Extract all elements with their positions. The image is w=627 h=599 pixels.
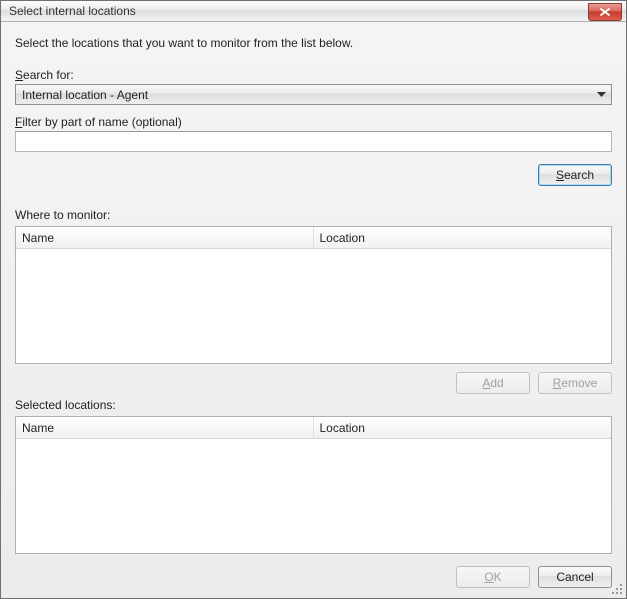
add-button: Add — [456, 372, 530, 394]
monitor-col-location[interactable]: Location — [314, 227, 612, 248]
monitor-list-body — [16, 249, 611, 363]
selected-col-name[interactable]: Name — [16, 417, 314, 438]
dialog-body: Select the locations that you want to mo… — [1, 22, 626, 598]
monitor-list-header: Name Location — [16, 227, 611, 249]
ok-button: OK — [456, 566, 530, 588]
filter-input[interactable] — [15, 131, 612, 152]
filter-label: Filter by part of name (optional) — [15, 115, 612, 129]
search-button[interactable]: Search — [538, 164, 612, 186]
search-for-label: Search for: — [15, 68, 612, 82]
close-button[interactable] — [588, 3, 622, 21]
selected-listview[interactable]: Name Location — [15, 416, 612, 554]
resize-grip-icon — [610, 582, 624, 596]
dialog-window: Select internal locations Select the loc… — [0, 0, 627, 599]
instruction-text: Select the locations that you want to mo… — [15, 36, 612, 50]
monitor-col-name[interactable]: Name — [16, 227, 314, 248]
selected-list-body — [16, 439, 611, 553]
close-icon — [600, 8, 610, 16]
remove-button: Remove — [538, 372, 612, 394]
titlebar: Select internal locations — [1, 1, 626, 22]
where-to-monitor-label: Where to monitor: — [15, 208, 612, 222]
monitor-listview[interactable]: Name Location — [15, 226, 612, 364]
search-type-select[interactable]: Internal location - Agent — [15, 84, 612, 105]
cancel-button[interactable]: Cancel — [538, 566, 612, 588]
search-type-value: Internal location - Agent — [22, 88, 148, 102]
selected-col-location[interactable]: Location — [314, 417, 612, 438]
dialog-title: Select internal locations — [9, 4, 136, 18]
selected-list-header: Name Location — [16, 417, 611, 439]
selected-locations-label: Selected locations: — [15, 398, 612, 412]
